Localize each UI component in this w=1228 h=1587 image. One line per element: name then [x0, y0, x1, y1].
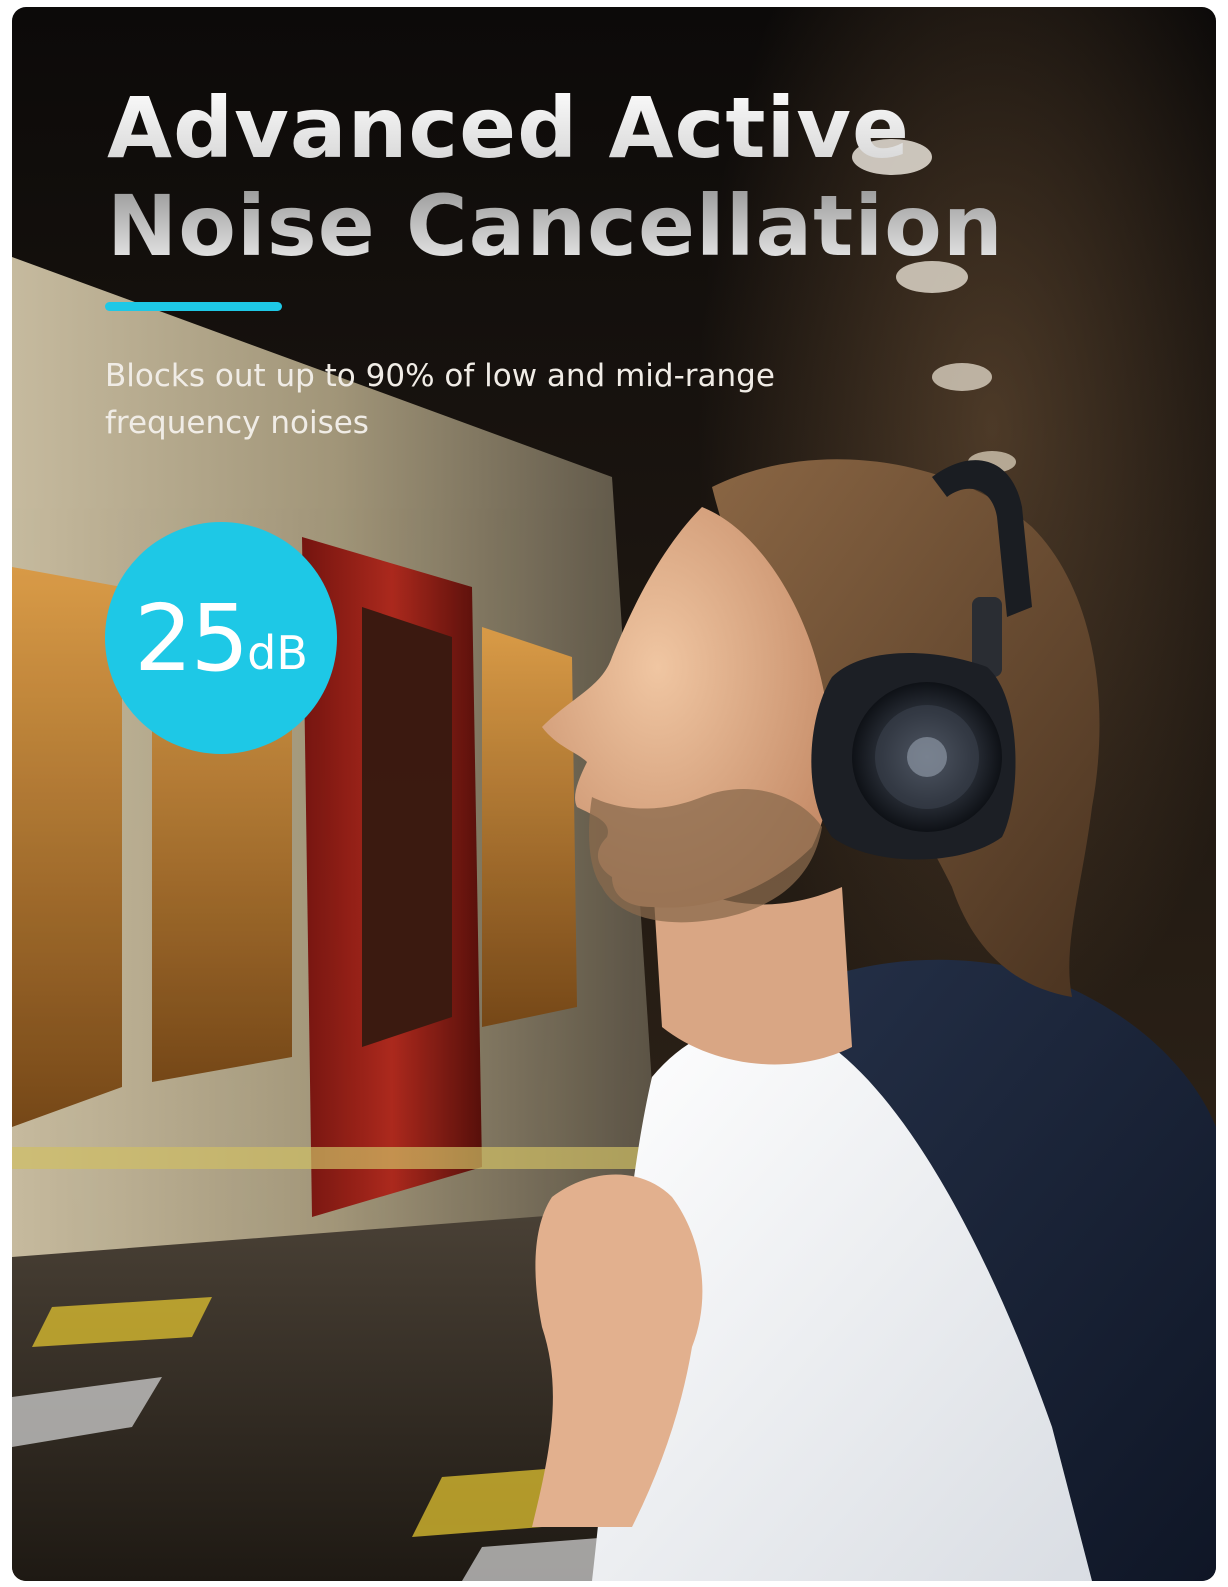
feature-description: Blocks out up to 90% of low and mid-rang…	[105, 358, 775, 441]
decibel-badge: 25 dB	[105, 522, 337, 754]
headline-line-1: Advanced Active	[107, 79, 910, 177]
decibel-unit: dB	[247, 626, 308, 680]
headline-line-2: Noise Cancellation	[107, 177, 1004, 275]
headline: Advanced Active Noise Cancellation	[107, 79, 1004, 275]
decibel-value: 25	[134, 584, 249, 692]
accent-bar	[105, 302, 282, 311]
beard	[589, 788, 822, 923]
product-banner: Advanced Active Noise Cancellation Block…	[12, 7, 1216, 1581]
